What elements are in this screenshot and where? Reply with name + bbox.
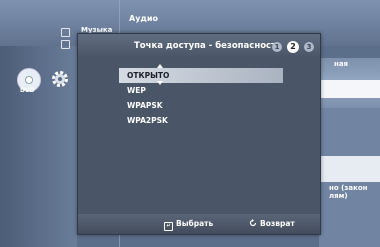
dialog-footer: ↵ Выбрать Возврат (78, 214, 320, 234)
option-wpapsk[interactable]: WPAPSK (119, 98, 283, 113)
step-3-indicator: 3 (304, 42, 314, 52)
background-text-bottom: но (закон лям) (329, 184, 368, 200)
access-point-security-dialog: Точка доступа - безопасность 1 2 3 ОТКРЫ… (77, 33, 321, 235)
dialog-header: Точка доступа - безопасность 1 2 3 (78, 34, 320, 58)
step-1-indicator: 1 (272, 42, 282, 52)
option-wep[interactable]: WEP (119, 83, 283, 98)
select-label: Выбрать (176, 219, 214, 228)
dialog-title: Точка доступа - безопасность (134, 41, 282, 51)
right-highlight (319, 80, 380, 98)
back-label: Возврат (260, 219, 295, 228)
select-button[interactable]: ↵ Выбрать (164, 219, 213, 231)
option-open[interactable]: ОТКРЫТО (119, 68, 283, 83)
security-options-list: ОТКРЫТО WEP WPAPSK WPA2PSK (119, 68, 283, 128)
dvd-label: DVD (20, 87, 35, 94)
return-icon (249, 219, 257, 227)
option-wpa2psk[interactable]: WPA2PSK (119, 113, 283, 128)
music-icon (61, 28, 70, 37)
background-text-top: ная (334, 60, 349, 68)
step-2-indicator: 2 (287, 41, 299, 53)
enter-icon: ↵ (164, 222, 173, 231)
menu-audio[interactable]: Аудио (129, 14, 158, 23)
video-icon (61, 40, 70, 49)
scroll-down-icon[interactable] (157, 81, 163, 85)
back-button[interactable]: Возврат (249, 219, 295, 228)
right-highlight-2 (319, 156, 380, 182)
gear-icon[interactable] (50, 69, 70, 89)
